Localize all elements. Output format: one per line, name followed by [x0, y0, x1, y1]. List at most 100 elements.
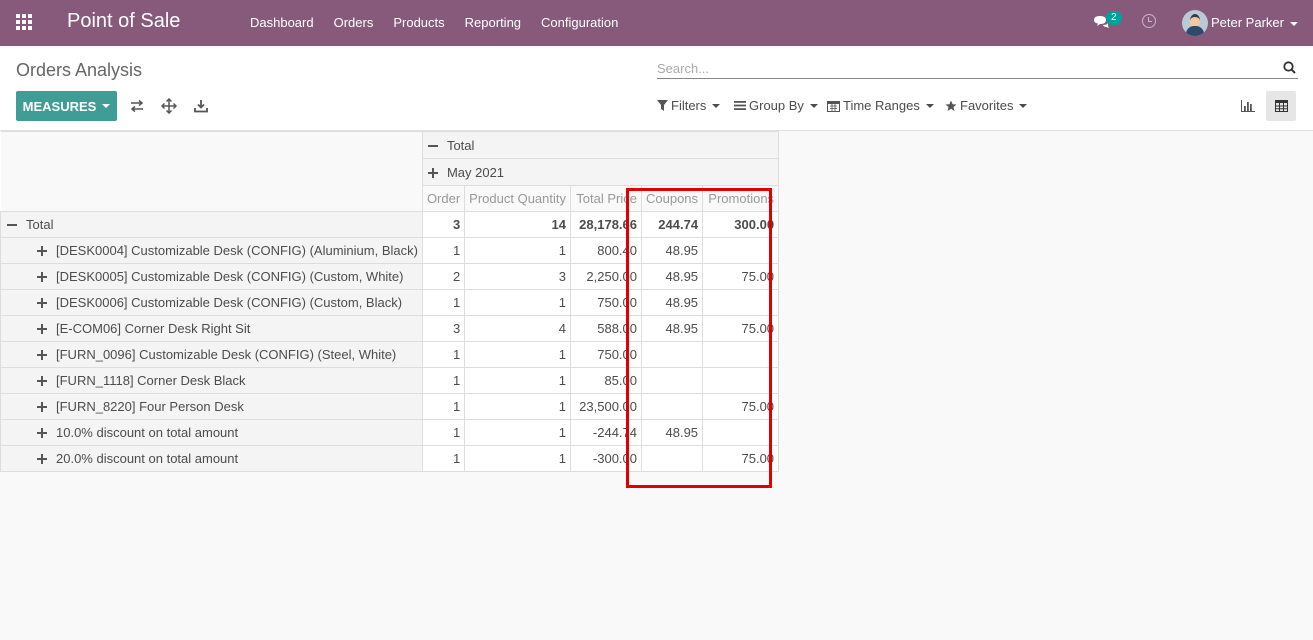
- cell-value[interactable]: -300.00: [570, 445, 642, 472]
- cell-value[interactable]: 1: [464, 445, 571, 472]
- chevron-down-icon: [102, 104, 111, 108]
- expand-icon: [37, 454, 47, 464]
- row-header[interactable]: [FURN_8220] Four Person Desk: [0, 393, 423, 420]
- download-icon[interactable]: [193, 98, 209, 114]
- row-header[interactable]: [DESK0006] Customizable Desk (CONFIG) (C…: [0, 289, 423, 316]
- cell-value[interactable]: 300.00: [702, 211, 780, 238]
- menu-item-orders[interactable]: Orders: [324, 0, 384, 46]
- col-header-total[interactable]: Total: [421, 131, 780, 159]
- cell-value[interactable]: 3: [464, 263, 571, 290]
- cell-value[interactable]: 3: [421, 211, 466, 238]
- chat-count-badge: 2: [1106, 11, 1122, 25]
- time-ranges-dropdown[interactable]: Time Ranges: [827, 98, 934, 113]
- row-header[interactable]: 10.0% discount on total amount: [0, 419, 423, 446]
- cell-value[interactable]: 3: [421, 315, 466, 342]
- menu-item-dashboard[interactable]: Dashboard: [240, 0, 324, 46]
- cell-value[interactable]: [640, 445, 704, 472]
- cell-value[interactable]: 1: [421, 419, 466, 446]
- menu-item-configuration[interactable]: Configuration: [531, 0, 628, 46]
- measure-header-coupons[interactable]: Coupons: [640, 185, 704, 212]
- cell-value[interactable]: 1: [464, 341, 571, 368]
- control-panel: Orders Analysis MEASURES Filters Group B…: [0, 46, 1313, 131]
- cell-value[interactable]: 244.74: [640, 211, 704, 238]
- chevron-down-icon: [925, 103, 934, 108]
- flip-axis-icon[interactable]: [129, 98, 145, 114]
- cell-value[interactable]: 75.00: [702, 445, 780, 472]
- time-ranges-label: Time Ranges: [843, 98, 920, 113]
- search-icon[interactable]: [1283, 61, 1296, 74]
- measure-header-promotions[interactable]: Promotions: [702, 185, 780, 212]
- cell-value[interactable]: 75.00: [702, 263, 780, 290]
- cell-value[interactable]: [702, 367, 780, 394]
- cell-value[interactable]: [640, 367, 704, 394]
- measures-label: MEASURES: [22, 98, 97, 114]
- col-header-period[interactable]: May 2021: [421, 158, 780, 186]
- cell-value[interactable]: 1: [421, 289, 466, 316]
- cell-value[interactable]: 75.00: [702, 393, 780, 420]
- pivot-view-button[interactable]: [1266, 91, 1296, 121]
- row-header[interactable]: 20.0% discount on total amount: [0, 445, 423, 472]
- cell-value[interactable]: 48.95: [640, 419, 704, 446]
- cell-value[interactable]: 1: [421, 393, 466, 420]
- cell-value[interactable]: [702, 419, 780, 446]
- search-input[interactable]: [657, 58, 1267, 78]
- cell-value[interactable]: 1: [464, 367, 571, 394]
- menu-item-reporting[interactable]: Reporting: [455, 0, 531, 46]
- cell-value[interactable]: 1: [421, 341, 466, 368]
- user-avatar[interactable]: [1182, 10, 1208, 36]
- row-header[interactable]: [FURN_1118] Corner Desk Black: [0, 367, 423, 394]
- cell-value[interactable]: [640, 341, 704, 368]
- cell-value[interactable]: 750.00: [570, 341, 642, 368]
- cell-value[interactable]: 48.95: [640, 263, 704, 290]
- cell-value[interactable]: 48.95: [640, 289, 704, 316]
- row-header[interactable]: [FURN_0096] Customizable Desk (CONFIG) (…: [0, 341, 423, 368]
- user-menu[interactable]: Peter Parker: [1211, 15, 1298, 30]
- row-header-total[interactable]: Total: [0, 211, 423, 238]
- graph-view-button[interactable]: [1233, 91, 1263, 121]
- cell-value[interactable]: 14: [464, 211, 571, 238]
- cell-value[interactable]: [702, 237, 780, 264]
- cell-value[interactable]: [702, 341, 780, 368]
- row-header[interactable]: [E-COM06] Corner Desk Right Sit: [0, 315, 423, 342]
- row-header[interactable]: [DESK0005] Customizable Desk (CONFIG) (C…: [0, 263, 423, 290]
- cell-value[interactable]: 588.00: [570, 315, 642, 342]
- cell-value[interactable]: 1: [464, 393, 571, 420]
- activity-clock-icon[interactable]: [1142, 14, 1156, 28]
- group-by-dropdown[interactable]: Group By: [734, 98, 818, 113]
- cell-value[interactable]: 750.00: [570, 289, 642, 316]
- measure-header-product-quantity[interactable]: Product Quantity: [464, 185, 571, 212]
- apps-menu-icon[interactable]: [16, 14, 34, 32]
- cell-value[interactable]: 75.00: [702, 315, 780, 342]
- cell-value[interactable]: 1: [464, 419, 571, 446]
- cell-value[interactable]: 1: [464, 289, 571, 316]
- expand-icon: [427, 167, 438, 178]
- menu-item-products[interactable]: Products: [383, 0, 454, 46]
- cell-value[interactable]: 1: [421, 367, 466, 394]
- cell-value[interactable]: -244.74: [570, 419, 642, 446]
- table-row-total: Total 3 14 28,178.66 244.74 300.00: [0, 211, 780, 238]
- cell-value[interactable]: 1: [421, 445, 466, 472]
- app-title[interactable]: Point of Sale: [67, 10, 180, 33]
- measures-button[interactable]: MEASURES: [16, 91, 117, 121]
- cell-value[interactable]: 2,250.00: [570, 263, 642, 290]
- cell-value[interactable]: [640, 393, 704, 420]
- measure-header-total-price[interactable]: Total Price: [570, 185, 642, 212]
- cell-value[interactable]: 28,178.66: [570, 211, 642, 238]
- cell-value[interactable]: 85.00: [570, 367, 642, 394]
- cell-value[interactable]: 800.40: [570, 237, 642, 264]
- cell-value[interactable]: [702, 289, 780, 316]
- measure-header-order[interactable]: Order: [421, 185, 466, 212]
- cell-value[interactable]: 4: [464, 315, 571, 342]
- row-header[interactable]: [DESK0004] Customizable Desk (CONFIG) (A…: [0, 237, 423, 264]
- cell-value[interactable]: 2: [421, 263, 466, 290]
- expand-all-icon[interactable]: [161, 98, 177, 114]
- cell-value[interactable]: 23,500.00: [570, 393, 642, 420]
- cell-value[interactable]: 48.95: [640, 315, 704, 342]
- cell-value[interactable]: 1: [464, 237, 571, 264]
- cell-value[interactable]: 1: [421, 237, 466, 264]
- favorites-dropdown[interactable]: Favorites: [945, 98, 1028, 113]
- cell-value[interactable]: 48.95: [640, 237, 704, 264]
- table-row: 10.0% discount on total amount 1 1 -244.…: [0, 419, 780, 446]
- filters-dropdown[interactable]: Filters: [657, 98, 721, 113]
- pivot-corner: [0, 131, 423, 212]
